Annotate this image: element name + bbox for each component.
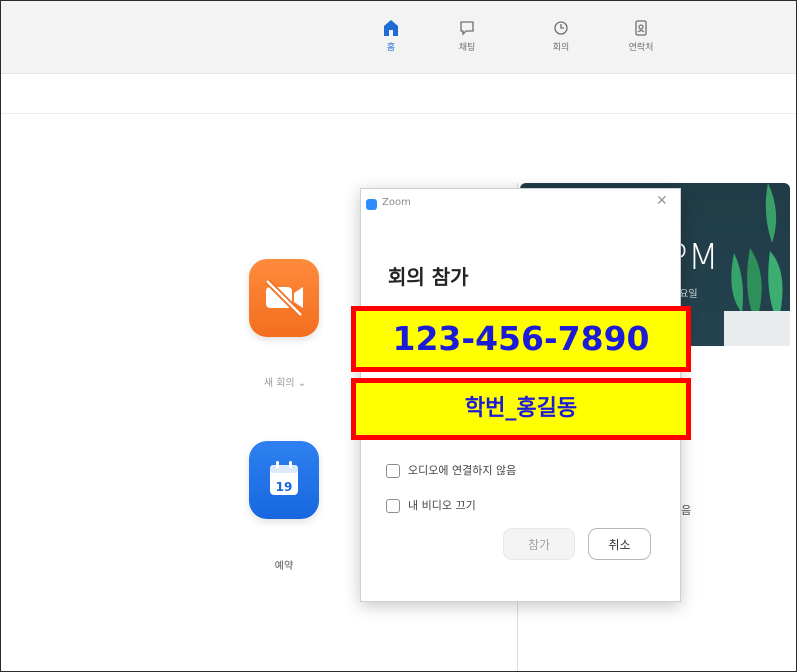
calendar-icon: 19 <box>270 461 298 495</box>
no-audio-checkbox[interactable]: 오디오에 연결하지 않음 <box>386 462 516 478</box>
checkbox-icon[interactable] <box>386 499 400 513</box>
home-icon <box>384 20 398 36</box>
tab-chat[interactable]: 채팅 <box>437 19 497 53</box>
tab-meetings-label: 회의 <box>552 43 570 53</box>
tab-meetings[interactable]: 회의 <box>531 19 591 53</box>
video-off-icon <box>264 278 304 318</box>
close-icon[interactable]: ✕ <box>656 193 668 209</box>
dialog-heading: 회의 참가 <box>388 265 469 289</box>
join-button[interactable]: 참가 <box>503 528 575 560</box>
cancel-button[interactable]: 취소 <box>588 528 651 560</box>
chat-icon <box>460 21 474 36</box>
tab-contacts-label: 연락처 <box>628 43 654 53</box>
zoom-logo-icon <box>366 199 377 210</box>
checkbox-icon[interactable] <box>386 464 400 478</box>
new-meeting-label: 새 회의 ⌄ <box>263 378 307 389</box>
schedule-button[interactable]: 19 <box>249 441 319 519</box>
clock-icon <box>554 21 568 35</box>
no-audio-label: 오디오에 연결하지 않음 <box>408 464 517 477</box>
meeting-id-input[interactable]: 123-456-7890 <box>351 306 691 372</box>
video-off-label: 내 비디오 끄기 <box>408 499 476 512</box>
schedule-label: 예약 <box>274 561 294 572</box>
display-name-input[interactable]: 학번_홍길동 <box>351 378 691 440</box>
dialog-app-title: Zoom <box>382 197 411 208</box>
calendar-day-text: 19 <box>276 480 293 494</box>
tab-home[interactable]: 홈 <box>361 19 421 53</box>
tab-contacts[interactable]: 연락처 <box>611 19 671 53</box>
new-meeting-button[interactable] <box>249 259 319 337</box>
video-off-checkbox[interactable]: 내 비디오 끄기 <box>386 497 476 513</box>
zoom-window: 홈 채팅 회의 연락처 새 회의 ⌄ 19 예약 PM 금요일 없음 Zoom … <box>0 0 797 672</box>
contacts-icon <box>635 20 647 36</box>
top-nav-bar: 홈 채팅 회의 연락처 <box>1 1 796 74</box>
divider <box>1 113 796 114</box>
tab-home-label: 홈 <box>386 43 396 53</box>
tab-chat-label: 채팅 <box>458 43 476 53</box>
